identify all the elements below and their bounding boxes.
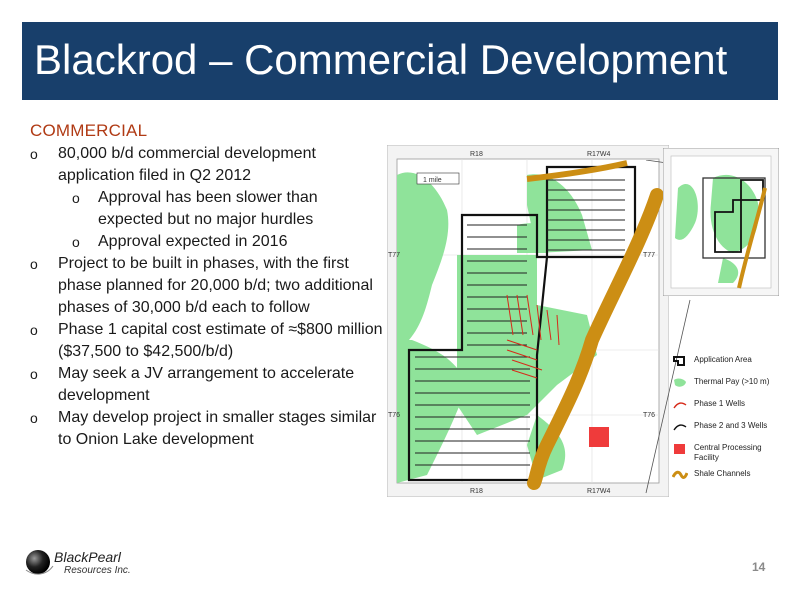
bullet-text: Approval expected in 2016 xyxy=(98,233,288,250)
bullet-text: May develop project in smaller stages si… xyxy=(58,409,377,448)
section-heading: COMMERCIAL xyxy=(30,121,148,140)
legend-item: Application Area xyxy=(672,354,782,376)
central-processing-facility-icon xyxy=(674,444,685,454)
sub-bullet-item: o Approval expected in 2016 xyxy=(30,231,385,253)
legend-label: Shale Channels xyxy=(694,469,751,478)
bullet-item: o 80,000 b/d commercial development appli… xyxy=(30,143,385,187)
range-label: R17W4 xyxy=(587,488,610,495)
legend-label: Central Processing Facility xyxy=(694,443,762,462)
black-pearl-icon xyxy=(25,550,54,575)
range-label: R17W4 xyxy=(587,151,610,158)
legend-item: Thermal Pay (>10 m) xyxy=(672,376,782,398)
bullet-text: Project to be built in phases, with the … xyxy=(58,255,373,316)
scale-label: 1 mile xyxy=(423,177,442,184)
bullet-marker: o xyxy=(30,256,38,272)
project-map: 1 mile R18 R17W4 R18 R17W4 T77 T77 T76 T… xyxy=(387,145,669,497)
legend-item: Central Processing Facility xyxy=(672,442,782,468)
thermal-pay-icon xyxy=(674,378,686,387)
range-label: R18 xyxy=(470,151,483,158)
bullet-marker: o xyxy=(30,366,38,382)
page-number: 14 xyxy=(752,560,766,574)
bullet-marker: o xyxy=(72,234,80,250)
bullet-marker: o xyxy=(72,190,80,206)
phase-1-wells-icon xyxy=(673,402,687,409)
bullet-marker: o xyxy=(30,410,38,426)
bullet-item: o May seek a JV arrangement to accelerate… xyxy=(30,363,385,407)
township-label: T76 xyxy=(388,412,400,419)
title-bar: Blackrod – Commercial Development xyxy=(22,22,778,100)
legend-label: Phase 1 Wells xyxy=(694,399,745,408)
bullet-list: o 80,000 b/d commercial development appli… xyxy=(30,143,385,451)
bullet-marker: o xyxy=(30,146,38,162)
application-area-icon xyxy=(673,356,685,366)
shale-channels-icon xyxy=(672,470,688,479)
bullet-text: Phase 1 capital cost estimate of ≈$800 m… xyxy=(58,321,383,360)
bullet-item: o May develop project in smaller stages s… xyxy=(30,407,385,451)
legend-label: Phase 2 and 3 Wells xyxy=(694,421,768,430)
logo-subname: Resources Inc. xyxy=(64,565,131,576)
bullet-text: 80,000 b/d commercial development applic… xyxy=(58,145,316,184)
central-processing-facility xyxy=(589,427,609,447)
slide-title: Blackrod – Commercial Development xyxy=(34,36,728,83)
sub-bullet-item: o Approval has been slower than expected … xyxy=(30,187,385,231)
inset-overview-map xyxy=(663,148,779,296)
legend-item: Phase 1 Wells xyxy=(672,398,782,420)
bullet-text: May seek a JV arrangement to accelerate … xyxy=(58,365,355,404)
bullet-text: Approval has been slower than expected b… xyxy=(98,189,318,228)
range-label: R18 xyxy=(470,488,483,495)
bullet-item: o Phase 1 capital cost estimate of ≈$800 … xyxy=(30,319,385,363)
township-label: T77 xyxy=(388,252,400,259)
legend-item: Shale Channels xyxy=(672,468,782,490)
company-logo: BlackPearl Resources Inc. xyxy=(24,546,144,586)
legend-item: Phase 2 and 3 Wells xyxy=(672,420,782,442)
legend-label: Application Area xyxy=(694,355,752,364)
bullet-item: o Project to be built in phases, with the… xyxy=(30,253,385,319)
map-legend: Application Area Thermal Pay (>10 m) Pha… xyxy=(672,354,782,490)
logo-name: BlackPearl xyxy=(54,549,121,565)
legend-label: Thermal Pay (>10 m) xyxy=(694,377,770,386)
phase-2-3-wells-icon xyxy=(673,424,687,431)
bullet-marker: o xyxy=(30,322,38,338)
